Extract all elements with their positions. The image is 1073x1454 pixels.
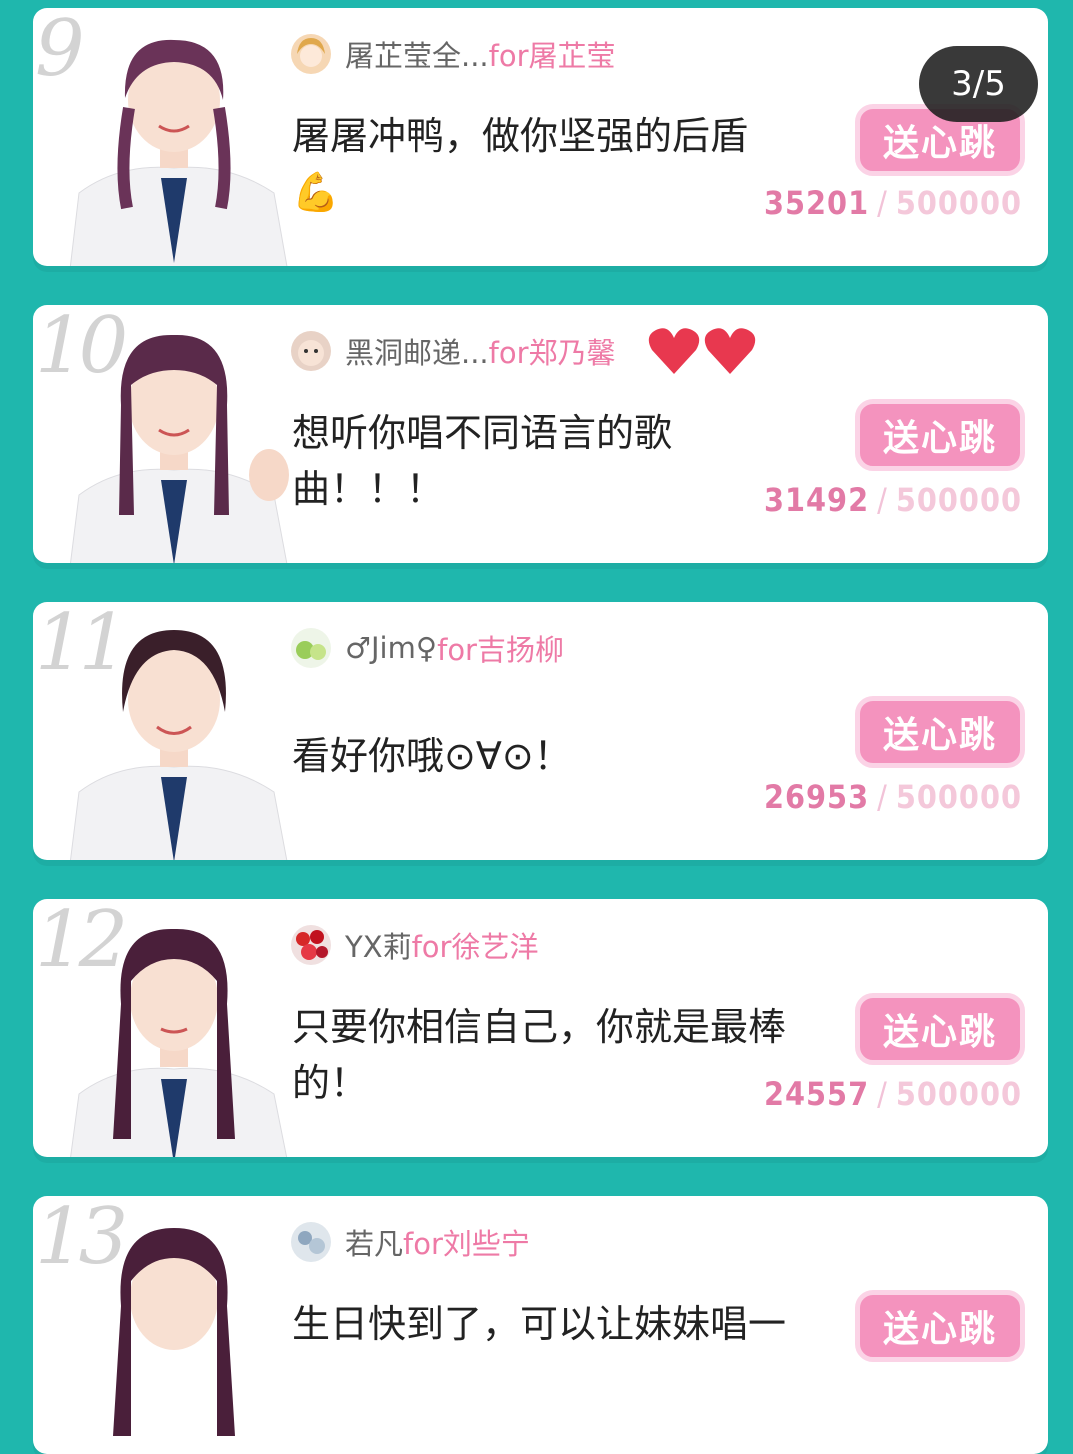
flowers-avatar-icon bbox=[291, 1222, 331, 1262]
send-heartbeat-button[interactable]: 送心跳 bbox=[855, 993, 1025, 1065]
member-photo bbox=[69, 630, 288, 860]
hearts-decoration bbox=[646, 326, 758, 376]
ranking-card: 11 ♂Jim♀ for吉扬柳 看好你哦⊙∀⊙！ 送心跳 26953/50000… bbox=[33, 602, 1048, 860]
vote-counter: 26953/500000 bbox=[763, 778, 1022, 816]
ranking-card: 13 若凡 for刘些宁 生日快到了，可以让妹妹唱一 送心跳 bbox=[33, 1196, 1048, 1454]
flexed-biceps-icon: 💪 bbox=[292, 170, 340, 214]
ranking-card: 10 黑洞邮递... for郑乃馨 想听你唱不同语言的歌曲！！！ 送心跳 314… bbox=[33, 305, 1048, 563]
for-member-text: for徐艺洋 bbox=[411, 930, 539, 964]
for-member-text: for吉扬柳 bbox=[437, 633, 564, 667]
author-name: 屠芷莹全... bbox=[345, 39, 489, 73]
page-indicator: 3/5 bbox=[919, 46, 1038, 122]
message-text: 想听你唱不同语言的歌曲！！！ bbox=[292, 411, 673, 511]
fruit-avatar-icon bbox=[291, 628, 331, 668]
member-photo bbox=[70, 928, 288, 1157]
vote-counter: 24557/500000 bbox=[763, 1075, 1022, 1113]
member-photo bbox=[113, 1228, 235, 1436]
message-text: 只要你相信自己，你就是最棒的！ bbox=[292, 1005, 787, 1105]
heart-icon bbox=[704, 328, 755, 374]
author-name: 若凡 bbox=[345, 1227, 404, 1261]
vote-counter: 31492/500000 bbox=[763, 481, 1022, 519]
ranking-card: 9 屠芷莹全... for屠芷莹 屠屠冲鸭，做你坚强的后盾 💪 送心跳 3520… bbox=[33, 8, 1048, 266]
author-name: YX莉 bbox=[345, 930, 412, 964]
send-heartbeat-button[interactable]: 送心跳 bbox=[855, 399, 1025, 471]
for-member-text: for郑乃馨 bbox=[488, 336, 616, 370]
message-text: 屠屠冲鸭，做你坚强的后盾 💪 bbox=[292, 114, 749, 214]
baby-avatar-icon bbox=[291, 331, 331, 371]
author-name: ♂Jim♀ bbox=[345, 631, 438, 665]
berries-avatar-icon bbox=[291, 925, 331, 965]
send-heartbeat-button[interactable]: 送心跳 bbox=[855, 696, 1025, 768]
send-heartbeat-button[interactable]: 送心跳 bbox=[855, 1290, 1025, 1362]
message-text: 生日快到了，可以让妹妹唱一 bbox=[292, 1302, 787, 1346]
author-name: 黑洞邮递... bbox=[345, 336, 489, 370]
for-member-text: for刘些宁 bbox=[403, 1227, 530, 1261]
vote-counter: 35201/500000 bbox=[763, 184, 1022, 222]
for-member-text: for屠芷莹 bbox=[488, 39, 616, 73]
message-text: 看好你哦⊙∀⊙！ bbox=[292, 734, 572, 778]
girl-avatar-icon bbox=[291, 34, 331, 74]
member-photo bbox=[69, 334, 289, 563]
member-photo bbox=[69, 39, 288, 266]
ranking-card: 12 YX莉 for徐艺洋 只要你相信自己，你就是最棒的！ 送心跳 24557/… bbox=[33, 899, 1048, 1157]
heart-icon bbox=[648, 328, 699, 374]
